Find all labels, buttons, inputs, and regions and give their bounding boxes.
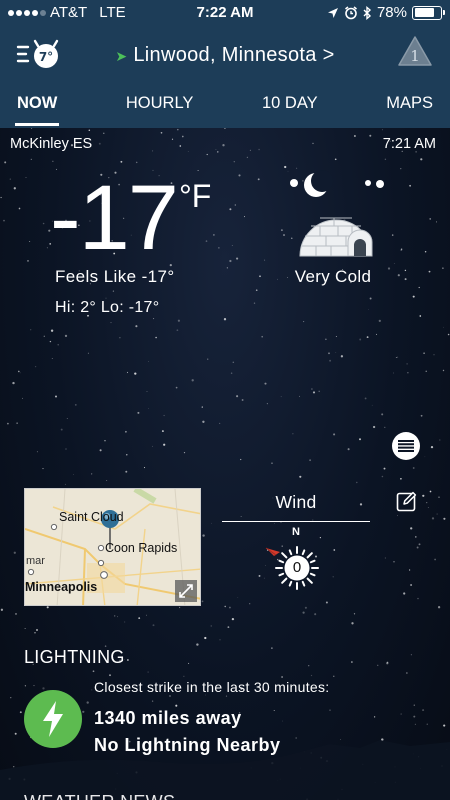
temperature-value: -17 bbox=[50, 167, 179, 269]
compass-tick bbox=[306, 552, 313, 559]
edit-module-button[interactable] bbox=[396, 490, 418, 512]
location-selector[interactable]: ➤ Linwood, Minnesota > bbox=[0, 44, 450, 67]
current-conditions-panel: McKinley ES 7:21 AM -17 °F Feels Like -1… bbox=[0, 128, 450, 800]
map-label-mar: mar bbox=[26, 555, 45, 567]
alerts-button[interactable]: 1 bbox=[396, 34, 434, 68]
alarm-icon bbox=[344, 5, 357, 19]
hi-lo: Hi: 2° Lo: -17° bbox=[55, 299, 160, 316]
location-name: Linwood, Minnesota bbox=[133, 44, 317, 66]
horizon-silhouette bbox=[0, 740, 450, 800]
wind-north-label: N bbox=[292, 526, 300, 538]
compass-tick bbox=[301, 580, 306, 587]
tab-hourly[interactable]: HOURLY bbox=[126, 86, 194, 128]
location-services-icon bbox=[327, 7, 338, 18]
tab-bar: NOW HOURLY 10 DAY MAPS bbox=[0, 86, 450, 128]
map-label-saint-cloud: Saint Cloud bbox=[59, 510, 124, 524]
edit-icon bbox=[396, 491, 417, 512]
compass-tick bbox=[278, 572, 285, 577]
battery-icon bbox=[412, 5, 445, 20]
compass-tick bbox=[309, 559, 316, 564]
wind-title: Wind bbox=[275, 492, 317, 512]
battery-percent: 78% bbox=[376, 4, 407, 21]
station-name[interactable]: McKinley ES bbox=[10, 136, 92, 152]
wind-speed: 0 bbox=[292, 559, 302, 576]
tab-now[interactable]: NOW bbox=[14, 86, 60, 128]
compass-tick bbox=[309, 572, 316, 577]
temperature-unit: °F bbox=[178, 178, 212, 214]
battery-fill bbox=[414, 8, 434, 17]
expand-icon bbox=[179, 584, 193, 598]
list-icon bbox=[398, 440, 414, 452]
compass-tick bbox=[281, 577, 288, 584]
radar-map-thumbnail[interactable]: Saint Cloud Coon Rapids mar Minneapolis bbox=[24, 488, 201, 606]
igloo-night-icon bbox=[290, 170, 384, 257]
list-view-button[interactable] bbox=[392, 432, 420, 460]
status-bar: AT&T LTE 7:22 AM 78% bbox=[0, 0, 450, 26]
next-section-title: WEATHER NEWS bbox=[24, 792, 175, 800]
condition-label: Very Cold bbox=[294, 267, 372, 286]
temperature-display: -17 °F bbox=[50, 172, 211, 264]
compass-tick bbox=[288, 580, 293, 587]
map-label-minneapolis: Minneapolis bbox=[25, 580, 98, 594]
lightning-title: LIGHTNING bbox=[24, 647, 125, 667]
wind-divider bbox=[222, 521, 370, 522]
compass-tick bbox=[306, 577, 313, 584]
feels-like: Feels Like -17° bbox=[55, 267, 175, 286]
map-label-coon-rapids: Coon Rapids bbox=[105, 541, 178, 555]
expand-map-button[interactable] bbox=[175, 580, 197, 602]
alert-count: 1 bbox=[410, 47, 420, 65]
bluetooth-icon bbox=[363, 5, 372, 20]
observation-time: 7:21 AM bbox=[382, 136, 436, 152]
app-header: 7° ➤ Linwood, Minnesota > 1 bbox=[0, 26, 450, 86]
compass-tick bbox=[281, 552, 288, 559]
chevron-right-icon: > bbox=[322, 44, 335, 66]
tab-10-day[interactable]: 10 DAY bbox=[262, 86, 318, 128]
status-right: 78% bbox=[327, 4, 445, 21]
compass-tick bbox=[301, 549, 306, 556]
closest-strike-label: Closest strike in the last 30 minutes: bbox=[94, 679, 330, 695]
location-arrow-icon: ➤ bbox=[115, 48, 128, 64]
compass-tick bbox=[288, 549, 293, 556]
tab-maps[interactable]: MAPS bbox=[386, 86, 433, 128]
compass-tick bbox=[278, 559, 285, 564]
